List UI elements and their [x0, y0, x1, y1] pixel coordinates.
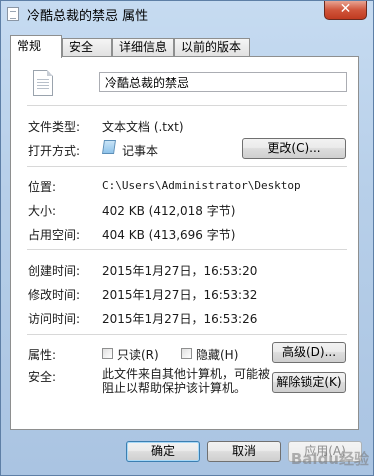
- readonly-checkbox[interactable]: [102, 348, 113, 359]
- advanced-button[interactable]: 高级(D)...: [272, 342, 346, 363]
- divider: [27, 249, 347, 250]
- ok-button[interactable]: 确定: [126, 441, 200, 462]
- hidden-label[interactable]: 隐藏(H): [196, 346, 238, 363]
- text-file-icon: [7, 7, 19, 21]
- tab-previous-versions[interactable]: 以前的版本: [174, 38, 250, 57]
- attributes-label: 属性:: [28, 348, 57, 362]
- location-label: 位置:: [28, 180, 57, 194]
- accessed-value: 2015年1月27日，16:53:26: [102, 312, 258, 326]
- file-type-label: 文件类型:: [28, 120, 81, 134]
- tab-general[interactable]: 常规: [10, 35, 62, 58]
- filename-input[interactable]: [99, 72, 347, 92]
- divider: [27, 105, 347, 106]
- tab-details[interactable]: 详细信息: [112, 38, 174, 57]
- properties-window: 冷酷总裁的禁忌 属性 ✕ 常规 安全 详细信息 以前的版本 文件类型: 文本文档…: [0, 0, 374, 476]
- security-message: 此文件来自其他计算机，可能被阻止以帮助保护该计算机。: [102, 367, 271, 395]
- size-value: 402 KB (412,018 字节): [102, 204, 236, 218]
- tab-security[interactable]: 安全: [62, 38, 112, 57]
- notepad-icon: [102, 140, 116, 154]
- created-label: 创建时间:: [28, 264, 81, 278]
- document-icon: [33, 70, 53, 96]
- window-title: 冷酷总裁的禁忌 属性: [27, 9, 149, 24]
- size-label: 大小:: [28, 204, 57, 218]
- size-on-disk-value: 404 KB (413,696 字节): [102, 228, 236, 242]
- change-button[interactable]: 更改(C)...: [242, 138, 346, 159]
- security-label: 安全:: [28, 370, 57, 384]
- watermark: Baidu经验: [290, 450, 369, 468]
- readonly-label[interactable]: 只读(R): [117, 346, 159, 363]
- divider: [27, 334, 347, 335]
- location-value: C:\Users\Administrator\Desktop: [102, 179, 301, 192]
- cancel-button[interactable]: 取消: [207, 441, 281, 462]
- divider: [27, 166, 347, 167]
- unblock-button[interactable]: 解除锁定(K): [272, 372, 346, 393]
- file-type-value: 文本文档 (.txt): [102, 120, 184, 134]
- created-value: 2015年1月27日，16:53:20: [102, 264, 258, 278]
- close-button[interactable]: ✕: [324, 1, 367, 20]
- accessed-label: 访问时间:: [28, 312, 81, 326]
- open-with-value: 记事本: [122, 144, 159, 158]
- modified-value: 2015年1月27日，16:53:32: [102, 288, 258, 302]
- hidden-checkbox[interactable]: [181, 348, 192, 359]
- open-with-label: 打开方式:: [28, 144, 81, 158]
- modified-label: 修改时间:: [28, 288, 81, 302]
- size-on-disk-label: 占用空间:: [28, 228, 81, 242]
- title-bar[interactable]: 冷酷总裁的禁忌 属性 ✕: [1, 1, 373, 27]
